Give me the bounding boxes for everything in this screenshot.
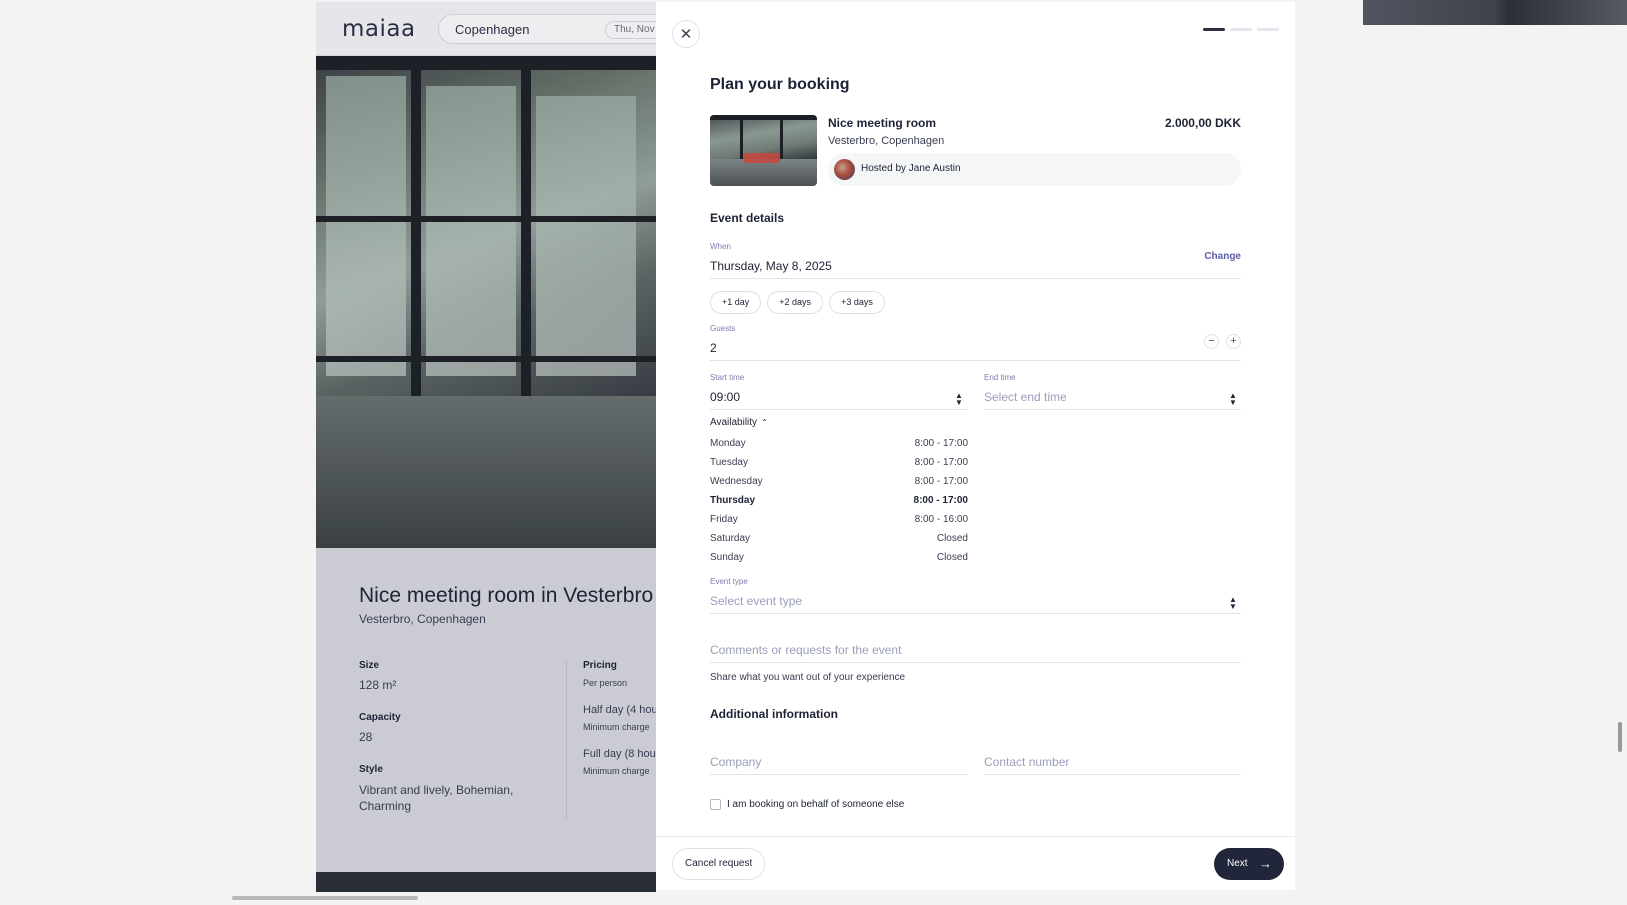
availability-label: Availability [710, 417, 758, 428]
availability-toggle[interactable]: Availability ⌃ [710, 417, 768, 428]
guests-divider [710, 360, 1241, 361]
end-time-divider [984, 409, 1241, 410]
availability-hours: 8:00 - 17:00 [914, 457, 968, 468]
add-1-day-chip[interactable]: +1 day [710, 291, 762, 314]
availability-row-selected: Thursday 8:00 - 17:00 [710, 495, 968, 509]
start-time-select[interactable]: 09:00 [710, 390, 740, 404]
availability-hours: 8:00 - 17:00 [914, 476, 968, 487]
event-details-heading: Event details [710, 211, 785, 225]
next-button-label: Next [1227, 858, 1248, 869]
comments-divider [710, 662, 1241, 663]
event-type-label: Event type [710, 577, 748, 586]
additional-info-heading: Additional information [710, 707, 838, 721]
change-date-link[interactable]: Change [1204, 251, 1241, 262]
availability-day: Saturday [710, 533, 751, 544]
arrow-right-icon: → [1259, 856, 1272, 871]
host-info: Hosted by Jane Austin [828, 153, 1241, 186]
comments-helper-text: Share what you want out of your experien… [710, 672, 906, 683]
availability-row: Monday 8:00 - 17:00 [710, 438, 968, 452]
contact-number-divider [984, 774, 1241, 775]
when-label: When [710, 242, 731, 251]
availability-day: Thursday [710, 495, 756, 506]
next-button[interactable]: Next → [1214, 848, 1284, 880]
availability-row: Saturday Closed [710, 533, 968, 547]
availability-hours: Closed [936, 552, 968, 563]
end-time-select[interactable]: Select end time [984, 390, 1067, 404]
cancel-request-button[interactable]: Cancel request [672, 848, 766, 880]
step-1 [1203, 28, 1225, 31]
availability-hours: 8:00 - 17:00 [913, 495, 968, 506]
company-divider [710, 774, 968, 775]
comments-input[interactable]: Comments or requests for the event [710, 643, 901, 657]
room-name: Nice meeting room [828, 116, 937, 130]
availability-day: Wednesday [710, 476, 763, 487]
decrease-guests-button[interactable]: − [1204, 334, 1219, 349]
availability-row: Sunday Closed [710, 552, 968, 566]
start-time-label: Start time [710, 373, 745, 382]
guests-value: 2 [710, 341, 717, 355]
availability-row: Wednesday 8:00 - 17:00 [710, 476, 968, 490]
availability-hours: Closed [936, 533, 968, 544]
close-button[interactable]: ✕ [672, 20, 700, 48]
when-divider [710, 278, 1241, 279]
booking-modal: ✕ Plan your booking Nice meeting room Ve… [656, 2, 1295, 890]
room-price: 2.000,00 DKK [1164, 116, 1241, 130]
end-time-chevron-icon: ▲ ▼ [1229, 391, 1237, 407]
event-type-chevron-icon: ▲ ▼ [1229, 595, 1237, 611]
availability-day: Tuesday [710, 457, 748, 468]
close-icon: ✕ [679, 26, 693, 43]
vertical-scrollbar[interactable] [1618, 722, 1622, 752]
availability-day: Friday [710, 514, 738, 525]
availability-hours: 8:00 - 16:00 [914, 514, 968, 525]
modal-footer: Cancel request Next → [656, 836, 1295, 890]
host-name: Hosted by Jane Austin [861, 163, 961, 174]
modal-title: Plan your booking [710, 76, 850, 93]
contact-number-input[interactable]: Contact number [984, 755, 1069, 769]
when-value[interactable]: Thursday, May 8, 2025 [710, 259, 832, 273]
modal-backdrop[interactable] [316, 2, 656, 890]
increase-guests-button[interactable]: + [1226, 334, 1241, 349]
company-input[interactable]: Company [710, 755, 761, 769]
horizontal-scrollbar[interactable] [232, 896, 418, 900]
availability-day: Sunday [710, 552, 744, 563]
gallery-photo-edge [1363, 0, 1627, 25]
availability-hours: 8:00 - 17:00 [914, 438, 968, 449]
start-time-chevron-icon: ▲ ▼ [955, 391, 963, 407]
room-thumbnail [710, 115, 817, 186]
step-3 [1257, 28, 1279, 31]
guests-label: Guests [710, 324, 736, 333]
chevron-up-icon: ⌃ [761, 418, 768, 427]
date-extend-chips: +1 day +2 days +3 days [710, 291, 885, 314]
end-time-label: End time [984, 373, 1016, 382]
event-type-select[interactable]: Select event type [710, 594, 802, 608]
add-2-days-chip[interactable]: +2 days [767, 291, 824, 314]
booking-on-behalf-checkbox[interactable] [710, 799, 721, 810]
minus-icon: − [1208, 335, 1215, 347]
room-location: Vesterbro, Copenhagen [828, 135, 945, 147]
booking-on-behalf-label[interactable]: I am booking on behalf of someone else [727, 799, 904, 810]
event-type-divider [710, 613, 1241, 614]
step-indicator [1203, 28, 1279, 31]
plus-icon: + [1230, 335, 1237, 347]
step-2 [1230, 28, 1252, 31]
availability-day: Monday [710, 438, 746, 449]
availability-row: Tuesday 8:00 - 17:00 [710, 457, 968, 471]
add-3-days-chip[interactable]: +3 days [829, 291, 885, 314]
availability-row: Friday 8:00 - 16:00 [710, 514, 968, 528]
start-time-divider [710, 409, 968, 410]
avatar [834, 159, 855, 180]
